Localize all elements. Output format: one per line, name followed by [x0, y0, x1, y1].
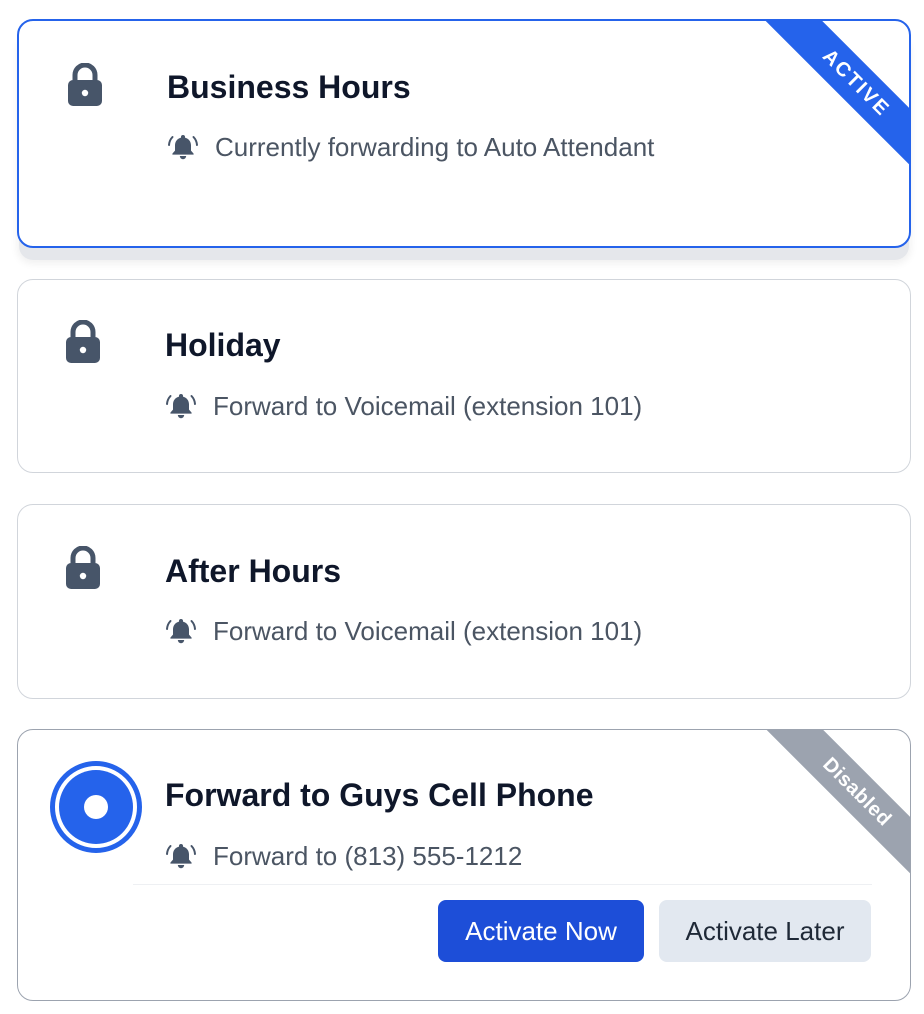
bell-icon — [166, 394, 196, 419]
activate-now-button[interactable]: Activate Now — [438, 900, 644, 962]
bell-icon — [166, 844, 196, 869]
card-subtitle: Forward to (813) 555-1212 — [165, 840, 522, 872]
card-title: Forward to Guys Cell Phone — [165, 777, 594, 813]
lock-icon — [68, 63, 102, 106]
radio-fill — [59, 770, 133, 844]
card-subtitle: Currently forwarding to Auto Attendant — [167, 131, 654, 163]
lock-icon — [66, 546, 100, 589]
card-title: After Hours — [165, 553, 342, 589]
bell-icon — [168, 135, 198, 160]
status-ribbon: Disabled — [750, 730, 910, 890]
schedule-card-after-hours[interactable]: After Hours Forward to Voicemail (extens… — [17, 504, 911, 699]
card-subtitle: Forward to Voicemail (extension 101) — [165, 615, 642, 647]
active-badge: ACTIVE — [760, 21, 909, 179]
schedule-card-business-hours[interactable]: Business Hours Currently forwarding to A… — [17, 19, 911, 248]
schedule-card-holiday[interactable]: Holiday Forward to Voicemail (extension … — [17, 279, 911, 473]
status-ribbon: ACTIVE — [749, 21, 909, 181]
radio-selected-icon[interactable] — [50, 761, 142, 853]
card-subtitle-text: Forward to Voicemail (extension 101) — [213, 390, 643, 421]
card-title: Holiday — [165, 327, 281, 363]
card-subtitle-text: Forward to (813) 555-1212 — [213, 840, 523, 871]
disabled-badge: Disabled — [761, 730, 910, 888]
card-title: Business Hours — [167, 69, 411, 105]
lock-icon — [66, 320, 100, 363]
card-subtitle: Forward to Voicemail (extension 101) — [165, 390, 642, 422]
schedule-card-forward-cell[interactable]: Forward to Guys Cell Phone Forward to (8… — [17, 729, 911, 1001]
card-subtitle-text: Forward to Voicemail (extension 101) — [213, 615, 643, 646]
radio-dot — [84, 795, 108, 819]
bell-icon — [166, 619, 196, 644]
activate-later-button[interactable]: Activate Later — [659, 900, 871, 962]
card-subtitle-text: Currently forwarding to Auto Attendant — [215, 131, 655, 162]
